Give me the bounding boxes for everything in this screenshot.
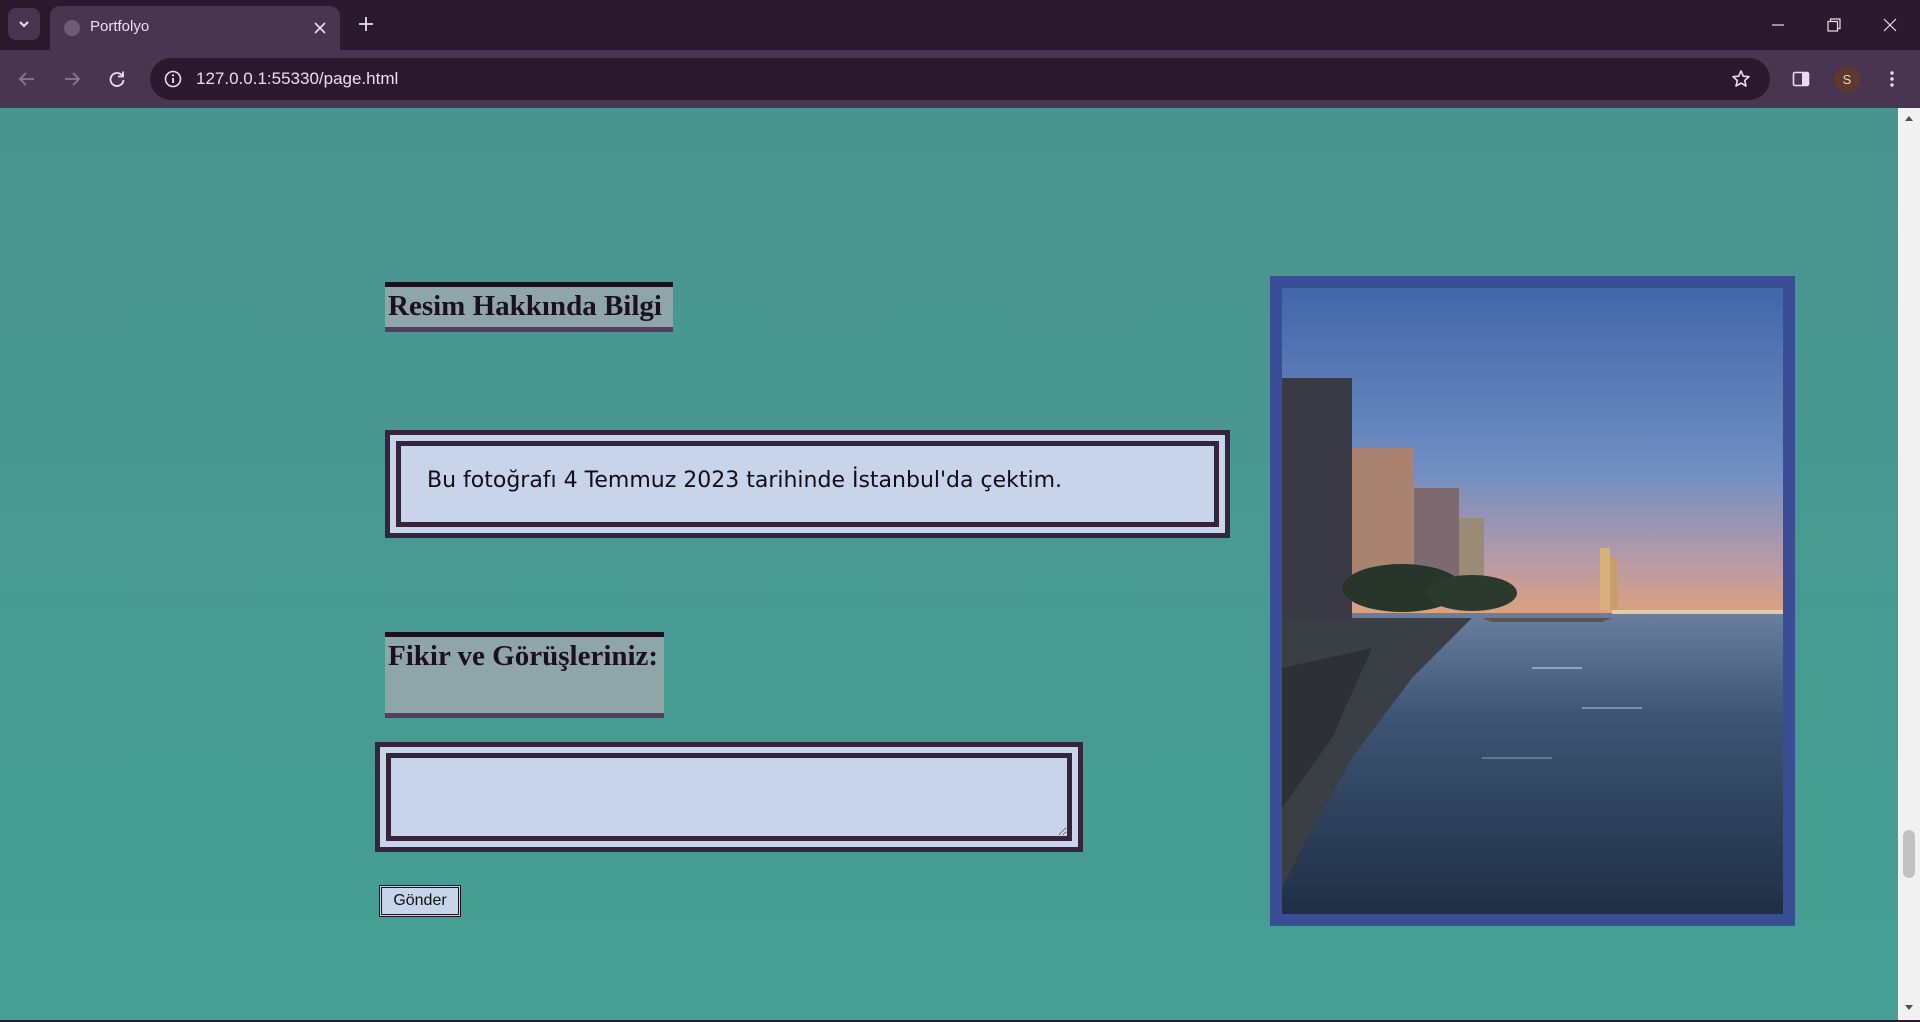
minimize-button[interactable] (1750, 0, 1806, 50)
minimize-icon (1772, 24, 1784, 26)
menu-button[interactable] (1876, 63, 1908, 95)
kebab-menu-icon (1890, 71, 1894, 87)
chevron-down-icon (19, 21, 29, 28)
photo-frame (1270, 276, 1795, 926)
browser-tab[interactable]: Portfolyo (50, 6, 340, 50)
close-icon (1883, 18, 1897, 32)
star-icon (1732, 70, 1750, 87)
info-icon (164, 70, 182, 88)
globe-icon (64, 20, 80, 36)
bookmark-button[interactable] (1728, 66, 1754, 92)
info-text: Bu fotoğrafı 4 Temmuz 2023 tarihinde İst… (427, 468, 1063, 493)
close-window-button[interactable] (1862, 0, 1918, 50)
info-box-inner: Bu fotoğrafı 4 Temmuz 2023 tarihinde İst… (396, 441, 1219, 527)
reload-button[interactable] (101, 63, 133, 95)
side-panel-button[interactable] (1785, 63, 1817, 95)
plus-icon (359, 17, 373, 31)
tab-title: Portfolyo (90, 18, 150, 35)
tab-strip: Portfolyo (0, 0, 1920, 50)
forward-button[interactable] (56, 63, 88, 95)
profile-avatar[interactable]: S (1834, 66, 1860, 92)
caret-down-icon (1905, 1005, 1913, 1010)
browser-toolbar: 127.0.0.1:55330/page.html S (0, 50, 1920, 108)
caret-up-icon (1905, 116, 1913, 121)
side-panel-icon (1792, 71, 1810, 87)
new-tab-button[interactable] (352, 10, 380, 38)
comment-box (375, 742, 1083, 852)
tab-search-button[interactable] (8, 8, 40, 40)
close-icon (314, 22, 326, 34)
back-button[interactable] (11, 63, 43, 95)
submit-button[interactable]: Gönder (379, 885, 461, 917)
comment-textarea[interactable] (386, 753, 1072, 841)
page-scrollbar[interactable] (1898, 108, 1920, 1020)
scrollbar-thumb[interactable] (1903, 830, 1915, 878)
scroll-down-button[interactable] (1903, 1002, 1915, 1014)
info-box: Bu fotoğrafı 4 Temmuz 2023 tarihinde İst… (385, 430, 1230, 538)
restore-button[interactable] (1806, 0, 1862, 50)
page-viewport: Resim Hakkında Bilgi Bu fotoğrafı 4 Temm… (0, 108, 1898, 1020)
info-heading: Resim Hakkında Bilgi (385, 282, 673, 332)
istanbul-seaside-photo (1282, 288, 1783, 914)
comment-heading: Fikir ve Görüşleriniz: (385, 632, 664, 718)
site-info-button[interactable] (160, 66, 186, 92)
address-bar[interactable]: 127.0.0.1:55330/page.html (150, 58, 1770, 100)
arrow-left-icon (18, 72, 34, 86)
scroll-up-button[interactable] (1903, 112, 1915, 124)
url-text: 127.0.0.1:55330/page.html (196, 69, 399, 88)
restore-icon (1827, 18, 1841, 32)
reload-icon (109, 71, 125, 87)
tab-close-button[interactable] (308, 16, 332, 40)
arrow-right-icon (65, 72, 81, 86)
